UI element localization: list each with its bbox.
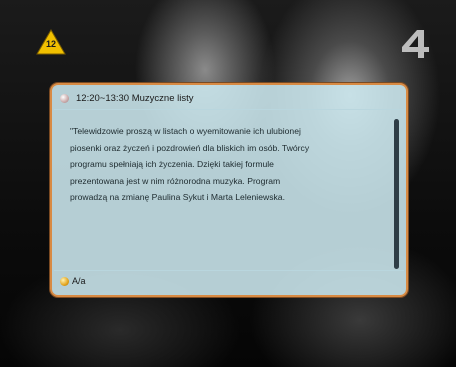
description-line: "Telewidzowie proszą w listach o wyemito…: [70, 126, 301, 136]
program-indicator-icon: [60, 94, 69, 103]
epg-info-panel: 12:20~13:30 Muzyczne listy "Telewidzowie…: [50, 83, 408, 297]
epg-header: 12:20~13:30 Muzyczne listy: [54, 87, 404, 110]
description-scrollbar[interactable]: [394, 119, 399, 269]
description-line: piosenki oraz życzeń i pozdrowień dla bl…: [70, 142, 310, 153]
scrollbar-thumb[interactable]: [394, 119, 399, 269]
channel-4-logo-icon: [402, 30, 429, 58]
epg-footer: A/a: [54, 270, 404, 293]
description-line: programu spełniają ich życzenia. Dzięki …: [70, 159, 274, 169]
description-line: prowadzą na zmianę Paulina Sykut i Marta…: [70, 192, 285, 202]
text-size-toggle-label[interactable]: A/a: [72, 276, 86, 286]
yellow-key-icon: [60, 277, 69, 286]
age-rating-number: 12: [45, 39, 56, 49]
program-title: 12:20~13:30 Muzyczne listy: [76, 93, 194, 104]
description-line: prezentowana jest w nim różnorodna muzyk…: [70, 175, 281, 186]
program-description: "Telewidzowie proszą w listach o wyemito…: [70, 123, 396, 206]
channel-logo: [400, 30, 430, 63]
